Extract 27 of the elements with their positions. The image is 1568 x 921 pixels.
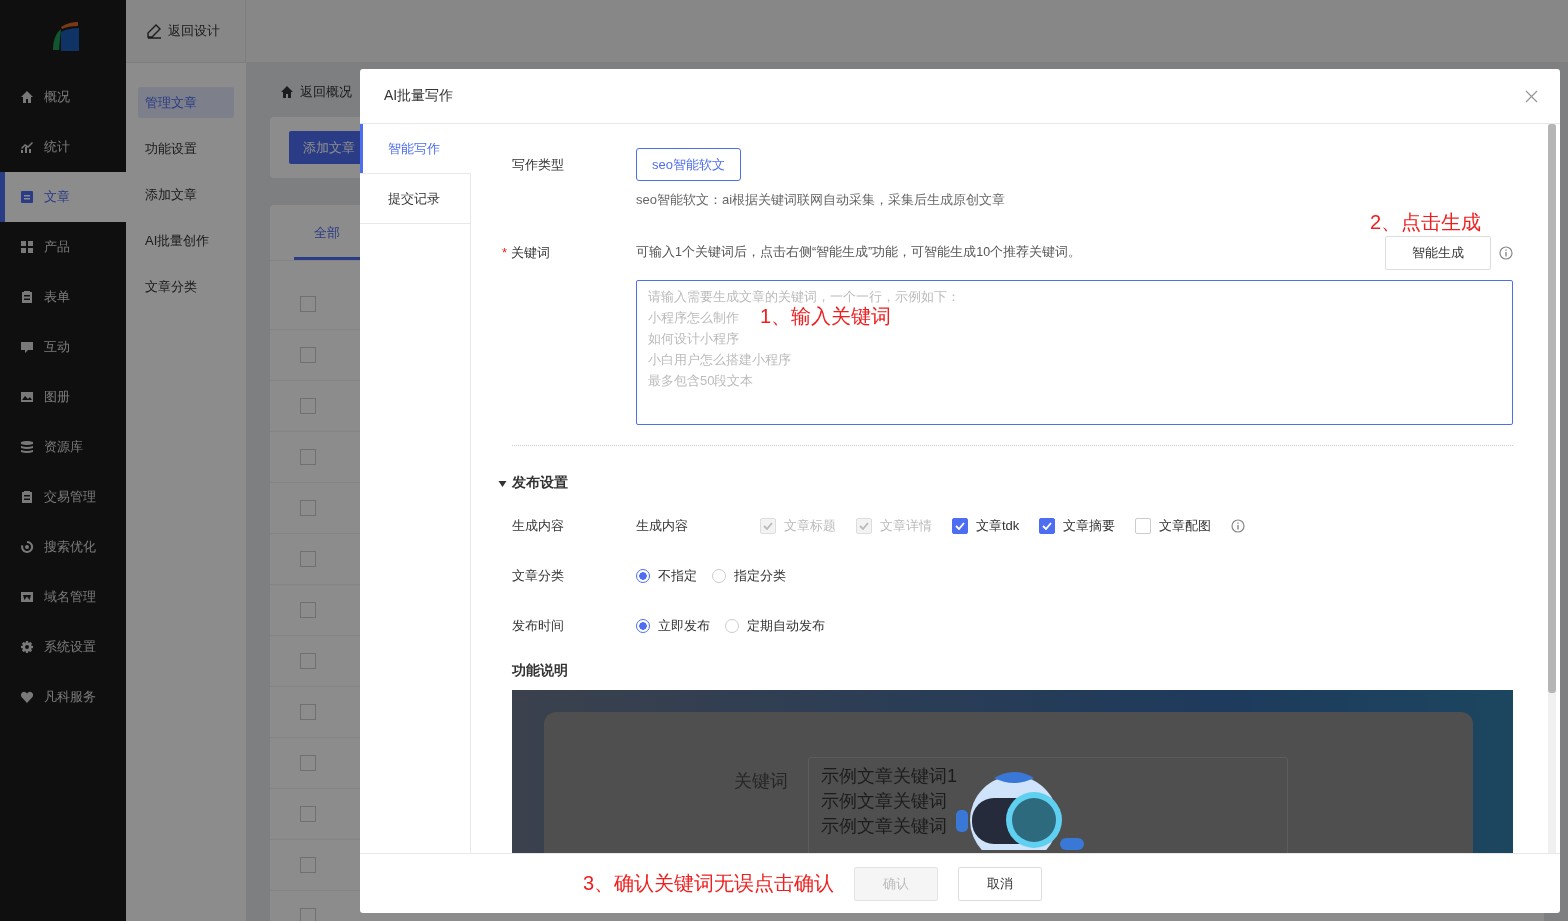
annotation-text: 3、确认关键词无误点击确认 [583, 871, 835, 896]
annotation-text: 1、输入关键词 [760, 305, 892, 327]
checkbox-label: 文章配图 [1159, 516, 1212, 535]
radio-label: 指定分类 [734, 566, 786, 585]
radio-label: 立即发布 [658, 616, 710, 635]
field-label: 生成内容 [512, 516, 565, 535]
placeholder-text: 小白用户怎么搭建小程序 [648, 351, 791, 369]
field-label: 写作类型 [512, 155, 565, 174]
required-mark: * [502, 245, 508, 260]
field-label: 文章分类 [512, 566, 565, 585]
radio-label: 定期自动发布 [747, 616, 825, 635]
annotation-text: 2、点击生成 [1369, 210, 1481, 235]
field-label: 关键词 [511, 243, 551, 262]
radio-label: 不指定 [658, 566, 697, 585]
checkbox-label: 文章摘要 [1063, 516, 1116, 535]
field-label: 发布时间 [512, 616, 565, 635]
checkbox-label: 文章详情 [880, 516, 932, 535]
description-text: seo智能软文：ai根据关键词联网自动采集，采集后生成原创文章 [636, 191, 1007, 209]
placeholder-text: 小程序怎么制作 [648, 309, 739, 327]
placeholder-text: 最多包含50段文本 [648, 372, 754, 390]
placeholder-text: 如何设计小程序 [648, 330, 739, 348]
checkbox-label: 文章tdk [976, 516, 1020, 535]
field-text: 生成内容 [636, 516, 689, 535]
hint-text: 可输入1个关键词后，点击右侧“智能生成”功能，可智能生成10个推荐关键词。 [636, 244, 1083, 261]
section-title: 功能说明 [512, 662, 569, 680]
checkbox-label: 文章标题 [784, 516, 836, 535]
dialog-title: AI批量写作 [384, 87, 454, 105]
